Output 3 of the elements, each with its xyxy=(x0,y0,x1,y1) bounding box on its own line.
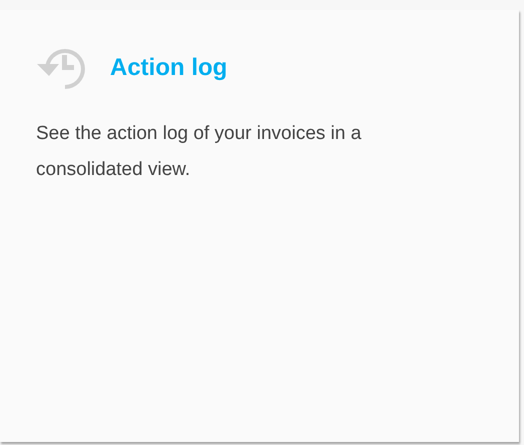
card-description: See the action log of your invoices in a consolidated view. xyxy=(36,122,362,182)
history-icon xyxy=(36,46,88,90)
card-title: Action log xyxy=(110,53,228,83)
